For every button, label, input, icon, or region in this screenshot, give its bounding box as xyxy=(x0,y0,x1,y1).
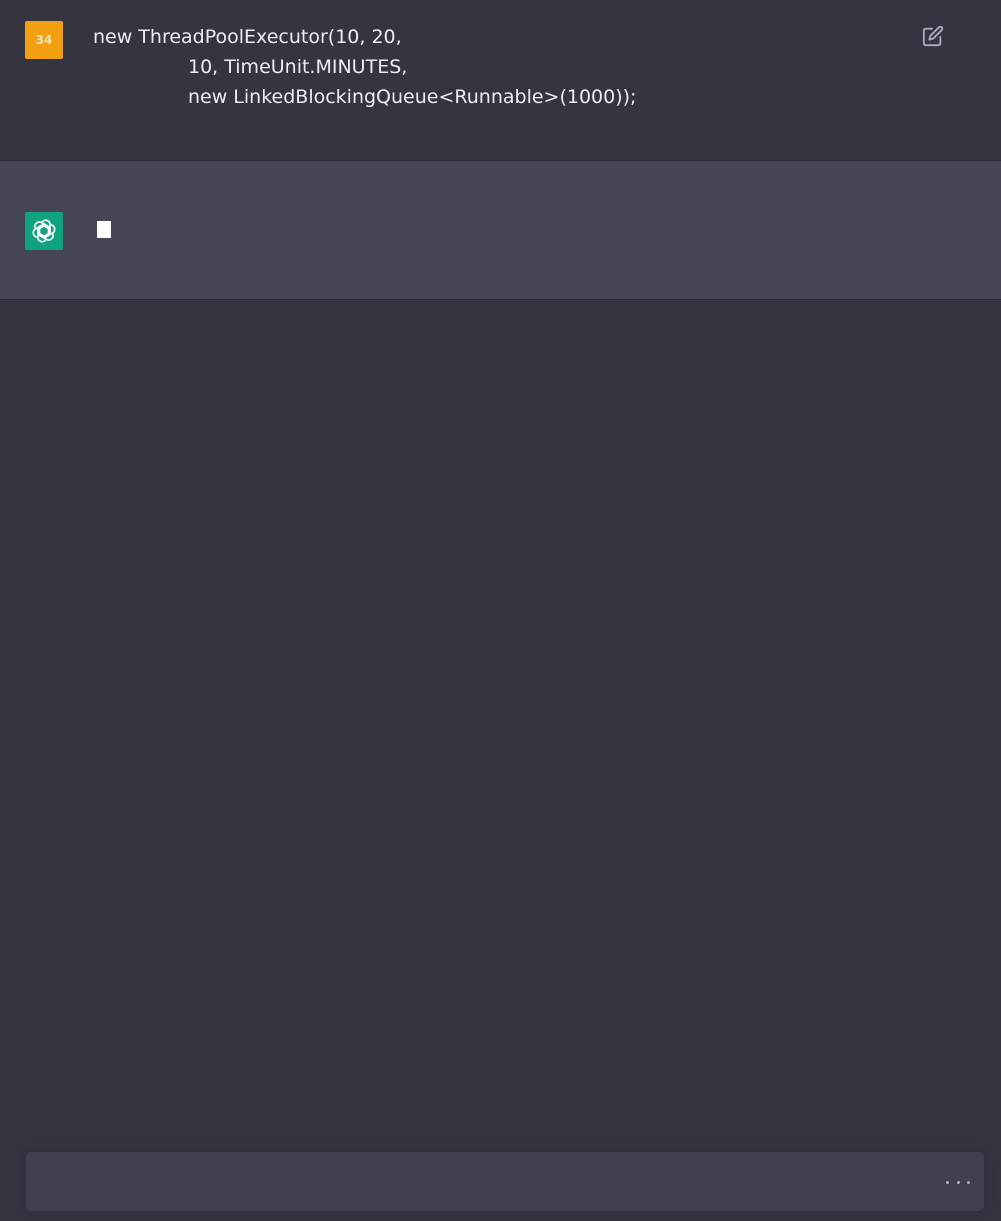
user-avatar: 34 xyxy=(25,21,63,59)
dot xyxy=(967,1180,970,1184)
code-line-1: new ThreadPoolExecutor(10, 20, xyxy=(93,26,402,48)
streaming-cursor xyxy=(97,221,111,238)
prompt-input[interactable] xyxy=(44,1168,928,1200)
assistant-message xyxy=(0,161,1001,300)
code-line-3: new LinkedBlockingQueue<Runnable>(1000))… xyxy=(188,86,637,108)
dot xyxy=(956,1180,960,1184)
chat-page: 34 new ThreadPoolExecutor(10, 20, 10, Tim… xyxy=(0,0,1001,1221)
code-line-2: 10, TimeUnit.MINUTES, xyxy=(188,56,408,78)
user-message-text: new ThreadPoolExecutor(10, 20, 10, TimeUn… xyxy=(93,22,636,112)
loading-dots-icon xyxy=(946,1176,970,1188)
dot xyxy=(946,1180,949,1184)
user-message: 34 new ThreadPoolExecutor(10, 20, 10, Tim… xyxy=(0,0,1001,161)
message-composer[interactable] xyxy=(26,1152,984,1211)
openai-logo-icon xyxy=(25,212,63,250)
edit-icon[interactable] xyxy=(922,25,944,47)
